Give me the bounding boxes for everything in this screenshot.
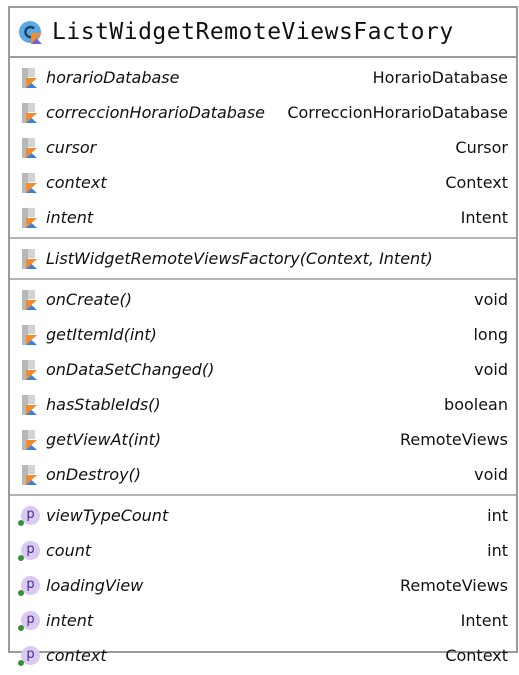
property-icon: p [18,505,40,527]
method-row[interactable]: onDataSetChanged() void [10,352,516,387]
kotlin-method-icon [18,429,40,451]
method-row[interactable]: getItemId(int) long [10,317,516,352]
property-row[interactable]: p context Context [10,638,516,673]
field-row-name: intent [46,208,94,227]
property-row-name: intent [46,611,94,630]
kotlin-method-icon [18,248,40,270]
fields-section: horarioDatabase HorarioDatabase correccio… [10,58,516,239]
method-row[interactable]: onDestroy() void [10,457,516,492]
class-diagram-card: ListWidgetRemoteViewsFactory horarioData… [8,6,518,666]
method-row-type: void [474,360,508,379]
property-row[interactable]: p loadingView RemoteViews [10,568,516,603]
method-row-name: onDestroy() [46,465,142,484]
kotlin-method-icon [18,464,40,486]
property-row-name: context [46,646,107,665]
constructors-section: ListWidgetRemoteViewsFactory(Context, In… [10,239,516,280]
property-row[interactable]: p viewTypeCount int [10,498,516,533]
kotlin-method-icon [18,289,40,311]
kotlin-method-icon [18,359,40,381]
constructor-row[interactable]: ListWidgetRemoteViewsFactory(Context, In… [10,241,516,276]
method-row-type: RemoteViews [399,430,508,449]
kotlin-field-icon [18,137,40,159]
method-row-name: onDataSetChanged() [46,360,215,379]
property-row-type: RemoteViews [399,576,508,595]
kotlin-method-icon [18,324,40,346]
methods-section: onCreate() void getItemId(int) long onData… [10,280,516,496]
kotlin-class-icon [19,21,42,44]
field-row[interactable]: horarioDatabase HorarioDatabase [10,60,516,95]
field-row-type: CorreccionHorarioDatabase [287,103,508,122]
property-row-type: int [487,541,508,560]
property-row-type: Intent [460,611,508,630]
public-visibility-dot [18,554,24,561]
field-row[interactable]: intent Intent [10,200,516,235]
property-row[interactable]: p count int [10,533,516,568]
property-row[interactable]: p intent Intent [10,603,516,638]
method-row-name: getItemId(int) [46,325,157,344]
method-row-type: boolean [444,395,508,414]
kotlin-field-icon [18,207,40,229]
property-icon: p [18,645,40,667]
field-row-type: HorarioDatabase [372,68,508,87]
public-visibility-dot [18,624,24,631]
field-row[interactable]: correccionHorarioDatabase CorreccionHorar… [10,95,516,130]
property-row-name: loadingView [46,576,144,595]
class-title: ListWidgetRemoteViewsFactory [52,19,454,45]
public-visibility-dot [18,519,24,526]
kotlin-field-icon [18,102,40,124]
field-row-type: Intent [460,208,508,227]
field-row[interactable]: context Context [10,165,516,200]
method-row-name: onCreate() [46,290,132,309]
method-row-name: hasStableIds() [46,395,161,414]
property-icon: p [18,540,40,562]
method-row-type: void [474,465,508,484]
class-header: ListWidgetRemoteViewsFactory [10,8,516,58]
field-row[interactable]: cursor Cursor [10,130,516,165]
property-icon: p [18,575,40,597]
kotlin-field-icon [18,67,40,89]
field-row-name: correccionHorarioDatabase [46,103,265,122]
constructor-row-name: ListWidgetRemoteViewsFactory(Context, In… [46,249,433,268]
property-icon: p [18,610,40,632]
method-row[interactable]: onCreate() void [10,282,516,317]
field-row-type: Context [445,173,508,192]
properties-section: p viewTypeCount int p count int p loadingView Re… [10,496,516,675]
field-row-type: Cursor [455,138,508,157]
method-row[interactable]: getViewAt(int) RemoteViews [10,422,516,457]
property-row-name: count [46,541,92,560]
property-row-type: int [487,506,508,525]
kotlin-field-icon [18,172,40,194]
kotlin-method-icon [18,394,40,416]
field-row-name: context [46,173,107,192]
property-row-type: Context [445,646,508,665]
method-row-name: getViewAt(int) [46,430,162,449]
method-row-type: long [473,325,508,344]
field-row-name: cursor [46,138,97,157]
method-row[interactable]: hasStableIds() boolean [10,387,516,422]
public-visibility-dot [18,659,24,666]
property-row-name: viewTypeCount [46,506,169,525]
method-row-type: void [474,290,508,309]
public-visibility-dot [18,589,24,596]
field-row-name: horarioDatabase [46,68,180,87]
